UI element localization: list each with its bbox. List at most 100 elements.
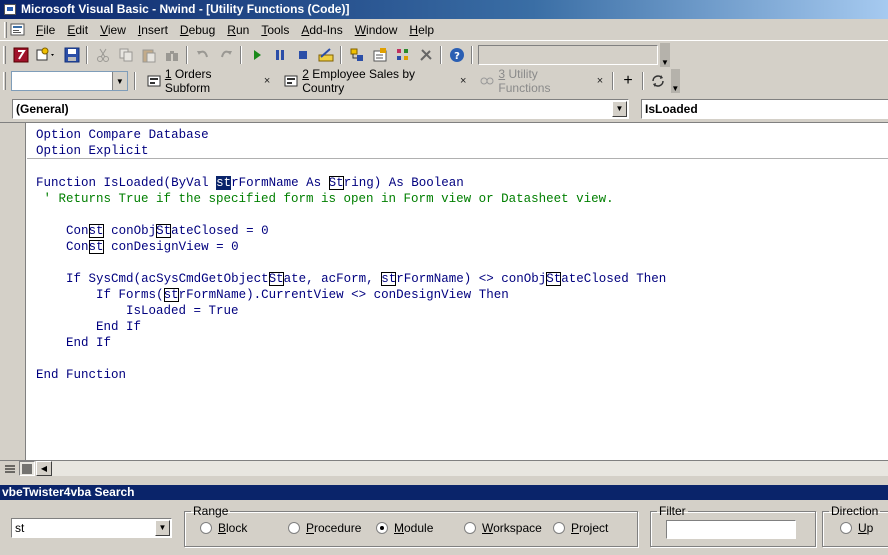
range-radio-module[interactable]: Module: [376, 521, 433, 535]
toolbox-icon[interactable]: [414, 44, 437, 66]
doc-tab-2[interactable]: 2 Employee Sales by Country ×: [276, 67, 472, 95]
add-tab-button[interactable]: +: [617, 70, 639, 92]
toolbar-overflow-chevron[interactable]: ▼: [670, 69, 680, 93]
radio-label: Project: [571, 521, 608, 535]
find-icon[interactable]: [160, 44, 183, 66]
scroll-left-icon[interactable]: ◀: [36, 461, 52, 476]
code-line[interactable]: If Forms(strFormName).CurrentView <> con…: [36, 287, 666, 303]
procedure-dropdown[interactable]: IsLoaded: [641, 99, 888, 119]
range-radio-block[interactable]: Block: [200, 521, 247, 535]
close-icon[interactable]: ×: [264, 75, 270, 87]
range-radio-project[interactable]: Project: [553, 521, 608, 535]
horizontal-scrollbar-track[interactable]: [52, 461, 888, 476]
code-window-icon[interactable]: [10, 22, 26, 38]
code-line[interactable]: [36, 207, 666, 223]
code-window[interactable]: Option Compare Database Option Explicit F…: [0, 122, 888, 460]
redo-icon[interactable]: [214, 44, 237, 66]
full-module-view-icon[interactable]: [19, 461, 35, 476]
radio-accel: W: [482, 521, 494, 535]
radio-dot[interactable]: [200, 522, 212, 534]
reset-icon[interactable]: [291, 44, 314, 66]
sync-icon[interactable]: [647, 70, 669, 92]
menu-edit[interactable]: Edit: [61, 20, 94, 40]
properties-window-icon[interactable]: [368, 44, 391, 66]
code-line[interactable]: End Function: [36, 367, 666, 383]
code-line[interactable]: [36, 159, 666, 175]
run-icon[interactable]: [245, 44, 268, 66]
code-line[interactable]: If SysCmd(acSysCmdGetObjectState, acForm…: [36, 271, 666, 287]
menu-debug[interactable]: Debug: [174, 20, 221, 40]
save-icon[interactable]: [60, 44, 83, 66]
doc-tab-number: 2: [302, 67, 309, 81]
code-line[interactable]: Function IsLoaded(ByVal strFormName As S…: [36, 175, 666, 191]
code-editor[interactable]: Option Compare Database Option Explicit F…: [36, 127, 666, 383]
menu-tools[interactable]: Tools: [255, 20, 295, 40]
doc-tab-title: Orders Subform: [164, 67, 212, 95]
cut-icon[interactable]: [91, 44, 114, 66]
code-scrollbar-strip: ◀: [0, 460, 888, 476]
code-line[interactable]: Const conObjStateClosed = 0: [36, 223, 666, 239]
object-dropdown[interactable]: (General) ▼: [12, 99, 629, 119]
undo-icon[interactable]: [191, 44, 214, 66]
object-browser-icon[interactable]: [391, 44, 414, 66]
menu-insert[interactable]: Insert: [132, 20, 174, 40]
code-line[interactable]: Option Explicit: [36, 143, 666, 159]
paste-icon[interactable]: [137, 44, 160, 66]
radio-dot[interactable]: [840, 522, 852, 534]
radio-label-rest: roject: [579, 521, 609, 535]
help-icon[interactable]: ?: [445, 44, 468, 66]
menu-file[interactable]: File: [30, 20, 61, 40]
radio-dot[interactable]: [288, 522, 300, 534]
code-line[interactable]: Option Compare Database: [36, 127, 666, 143]
doc-tab-1[interactable]: 1 Orders Subform ×: [139, 67, 276, 95]
chevron-down-icon[interactable]: ▼: [612, 101, 627, 117]
break-icon[interactable]: [268, 44, 291, 66]
menubar-grip[interactable]: [4, 21, 7, 38]
code-line[interactable]: Const conDesignView = 0: [36, 239, 666, 255]
close-icon[interactable]: ×: [460, 75, 466, 87]
search-match: st: [216, 176, 232, 190]
margin-indicator-bar[interactable]: [0, 123, 26, 460]
vba-app-icon[interactable]: [2, 3, 18, 17]
code-line[interactable]: [36, 351, 666, 367]
radio-dot[interactable]: [553, 522, 565, 534]
radio-accel: B: [218, 521, 227, 535]
view-access-icon[interactable]: [9, 44, 32, 66]
menu-run[interactable]: Run: [221, 20, 255, 40]
toolbar-separator: [340, 46, 342, 64]
project-explorer-icon[interactable]: [345, 44, 368, 66]
chevron-down-icon[interactable]: ▼: [155, 520, 170, 536]
toolbar-overflow-chevron[interactable]: ▼: [660, 43, 670, 67]
design-mode-icon[interactable]: [314, 44, 337, 66]
copy-icon[interactable]: [114, 44, 137, 66]
range-radio-procedure[interactable]: Procedure: [288, 521, 361, 535]
menu-addins[interactable]: Add-Ins: [295, 20, 348, 40]
menu-addins-label: dd-Ins: [309, 22, 343, 37]
code-line[interactable]: [36, 255, 666, 271]
code-line[interactable]: End If: [36, 335, 666, 351]
menu-help[interactable]: Help: [403, 20, 440, 40]
filter-input[interactable]: [666, 520, 796, 539]
tabs-combo[interactable]: ▼: [10, 71, 128, 91]
toolbar-grip[interactable]: [3, 72, 6, 90]
toolbar-separator: [86, 46, 88, 64]
chevron-down-icon[interactable]: ▼: [111, 72, 127, 90]
insert-userform-icon[interactable]: [32, 44, 60, 66]
radio-dot[interactable]: [464, 522, 476, 534]
menu-window[interactable]: Window: [349, 20, 404, 40]
doc-tab-3[interactable]: 3 Utility Functions ×: [472, 67, 609, 95]
close-icon[interactable]: ×: [597, 75, 603, 87]
menu-view[interactable]: View: [94, 20, 132, 40]
range-radio-workspace[interactable]: Workspace: [464, 521, 542, 535]
search-input[interactable]: st ▼: [11, 518, 172, 538]
doc-tab-label: 3 Utility Functions: [498, 67, 584, 95]
code-line[interactable]: IsLoaded = True: [36, 303, 666, 319]
radio-dot[interactable]: [376, 522, 388, 534]
direction-up-radio[interactable]: Up: [840, 521, 873, 535]
menu-run-accel: R: [227, 22, 236, 37]
code-line[interactable]: ' Returns True if the specified form is …: [36, 191, 666, 207]
toolbar-grip[interactable]: [3, 46, 6, 64]
code-line[interactable]: End If: [36, 319, 666, 335]
procedure-view-icon[interactable]: [2, 461, 18, 476]
radio-accel: M: [394, 521, 404, 535]
